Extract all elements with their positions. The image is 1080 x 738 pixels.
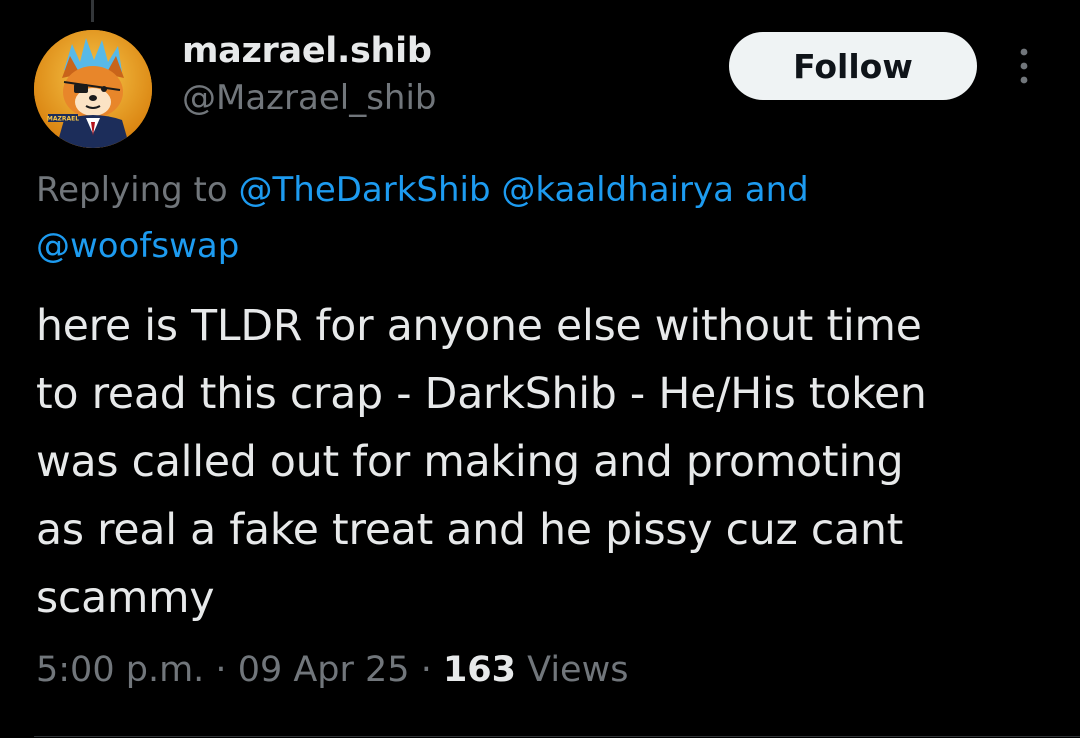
- author-handle[interactable]: @Mazrael_shib: [182, 76, 437, 120]
- views-count[interactable]: 163: [443, 650, 516, 690]
- mention-thedarkshib[interactable]: @TheDarkShib: [239, 170, 491, 210]
- views-label: Views: [516, 650, 629, 690]
- bottom-divider: [34, 736, 1080, 737]
- avatar[interactable]: MAZRAEL: [34, 30, 152, 148]
- thread-connector-line: [91, 0, 94, 22]
- meta-separator: ·: [204, 650, 238, 690]
- tweet-metadata: 5:00 p.m. · 09 Apr 25 · 163 Views: [36, 646, 628, 694]
- tweet-text: here is TLDR for anyone else without tim…: [36, 302, 927, 623]
- tweet-date[interactable]: 09 Apr 25: [238, 650, 410, 690]
- replying-to-prefix: Replying to: [36, 170, 239, 210]
- author-display-name[interactable]: mazrael.shib: [182, 30, 437, 72]
- meta-separator: ·: [409, 650, 443, 690]
- mention-and-others[interactable]: and: [734, 170, 809, 210]
- shiba-avatar-image: MAZRAEL: [34, 30, 152, 148]
- author-block: mazrael.shib @Mazrael_shib: [182, 30, 437, 120]
- more-options-icon[interactable]: [1012, 46, 1036, 86]
- follow-button[interactable]: Follow: [729, 32, 977, 100]
- replying-to-line: Replying to @TheDarkShib @kaaldhairya an…: [36, 162, 1036, 274]
- tweet-time[interactable]: 5:00 p.m.: [36, 650, 204, 690]
- mention-kaaldhairya[interactable]: @kaaldhairya: [501, 170, 734, 210]
- avatar-logo-text: MAZRAEL: [47, 116, 79, 123]
- mention-woofswap[interactable]: @woofswap: [36, 226, 239, 266]
